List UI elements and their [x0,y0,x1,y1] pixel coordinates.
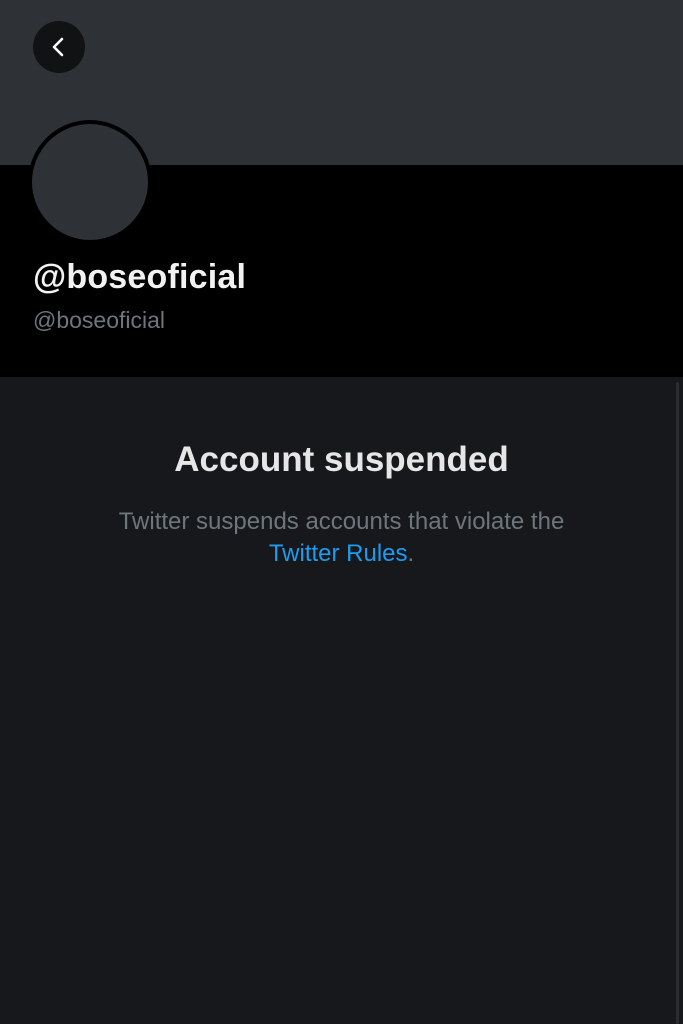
back-button[interactable] [33,21,85,73]
chevron-left-icon [52,37,64,57]
profile-page: @boseoficial @boseoficial Account suspen… [0,0,683,1024]
avatar[interactable] [28,120,152,244]
suspension-description: Twitter suspends accounts that violate t… [62,506,622,570]
display-name: @boseoficial [33,258,247,296]
suspension-title: Account suspended [174,440,509,479]
suspension-notice: Account suspended Twitter suspends accou… [0,377,683,570]
username-handle: @boseoficial [33,307,166,333]
twitter-rules-link[interactable]: Twitter Rules [269,540,408,567]
suspension-description-text: Twitter suspends accounts that violate t… [118,508,565,535]
description-period: . [407,540,415,567]
